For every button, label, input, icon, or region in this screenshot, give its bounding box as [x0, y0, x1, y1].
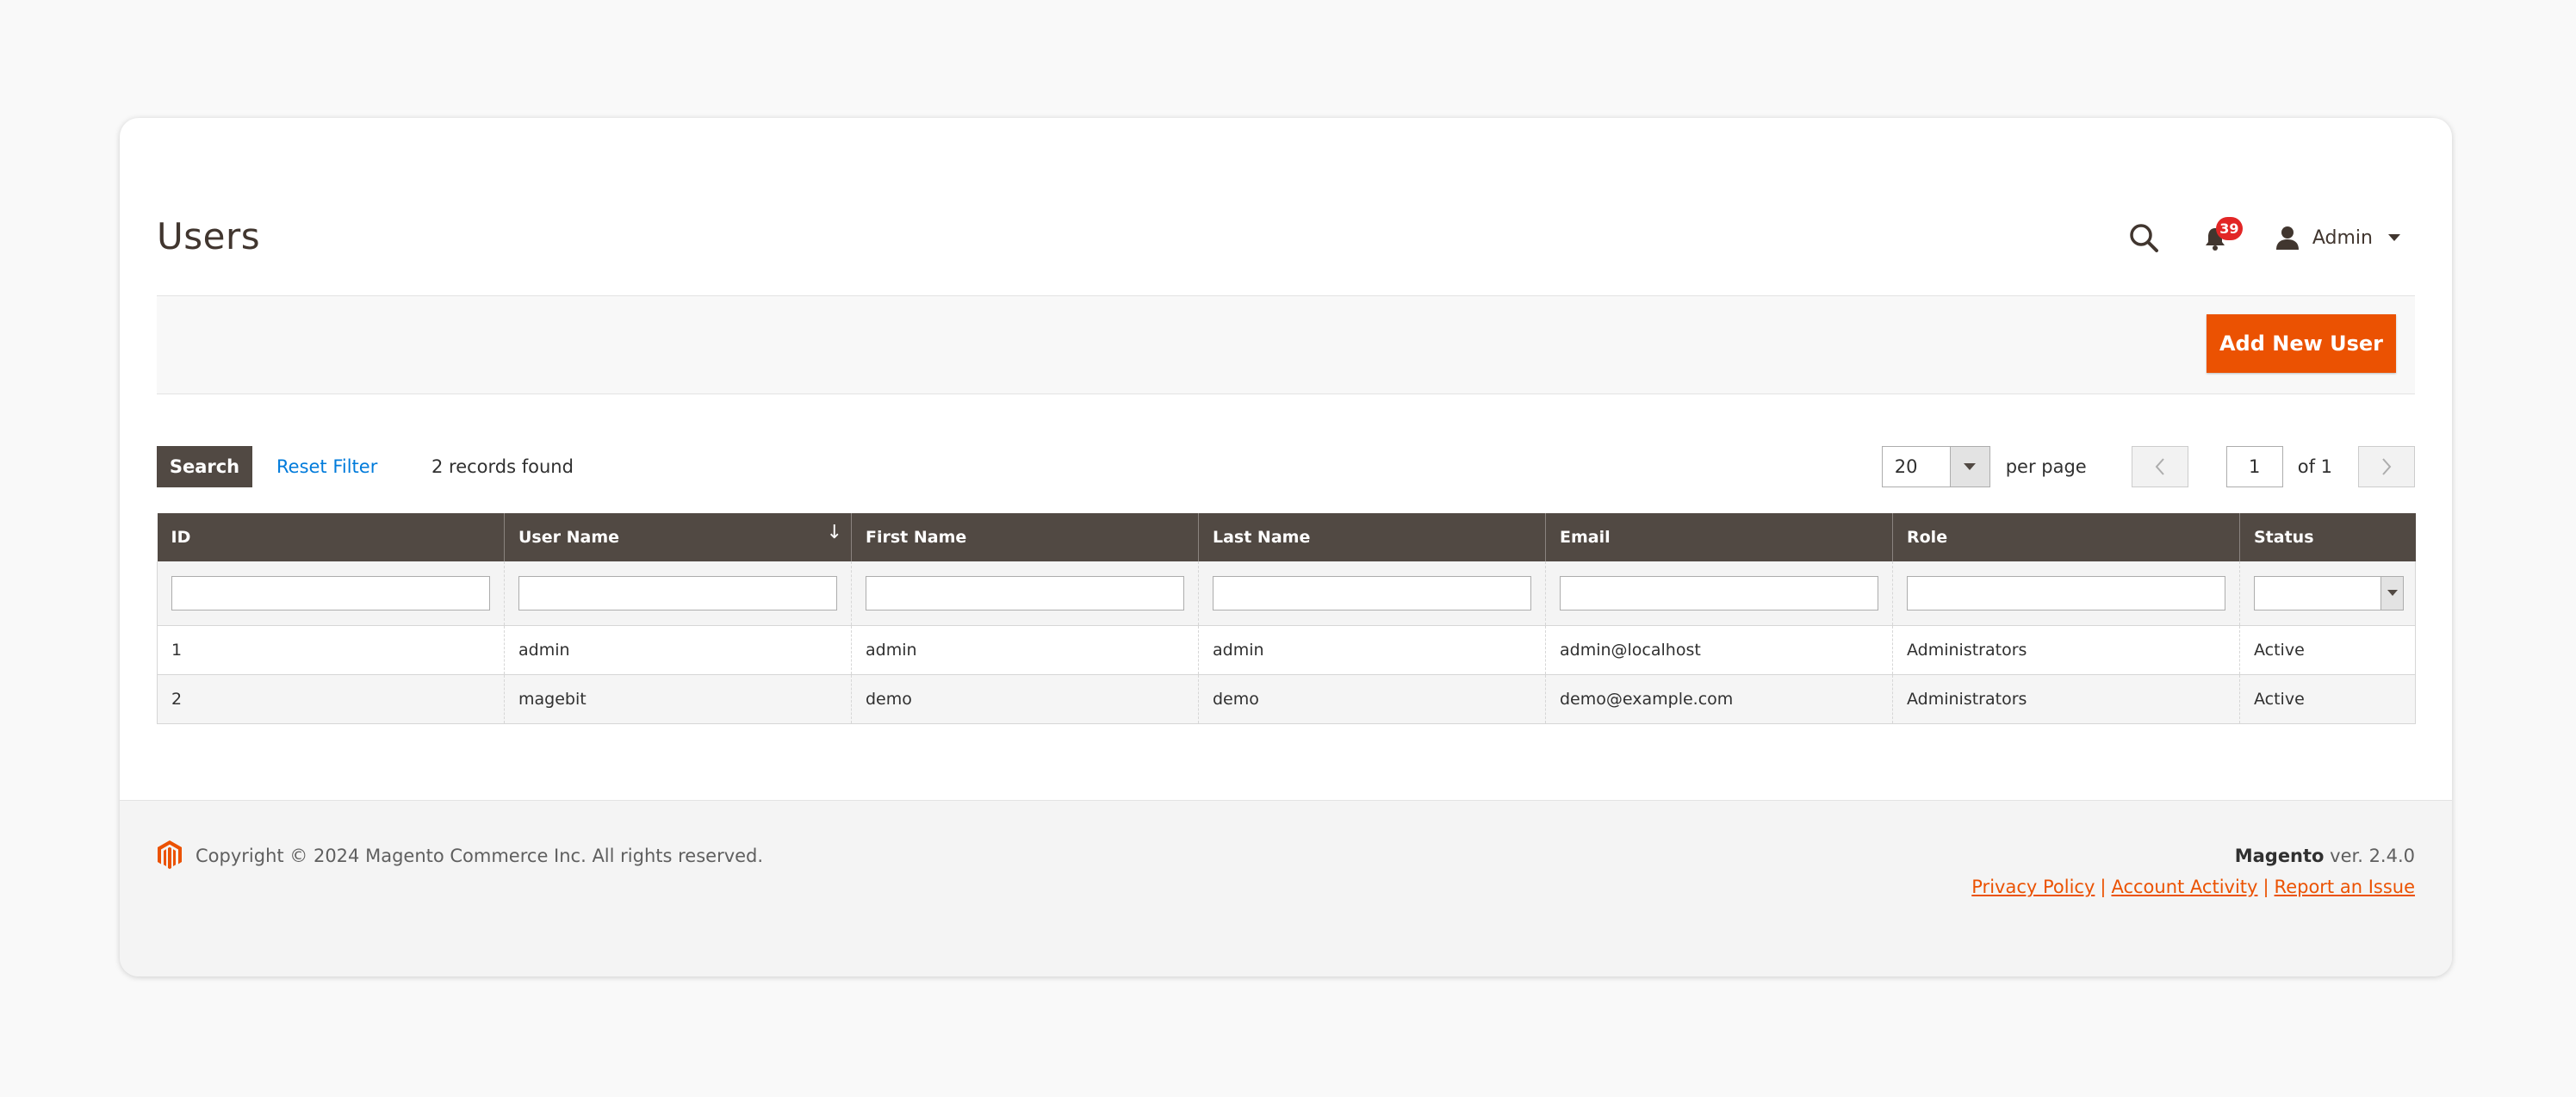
- search-button[interactable]: Search: [157, 446, 252, 487]
- users-page-card: Users 39 Admin Add New User Search Reset…: [120, 118, 2452, 976]
- report-issue-link[interactable]: Report an Issue: [2275, 877, 2415, 897]
- per-page-label: per page: [2005, 456, 2087, 477]
- filter-status-dropdown-toggle[interactable]: [2380, 576, 2403, 610]
- cell-email: admin@localhost: [1545, 625, 1893, 675]
- version-number: ver. 2.4.0: [2324, 846, 2415, 866]
- filter-id-input[interactable]: [171, 575, 490, 610]
- table-row[interactable]: 1 admin admin admin admin@localhost Admi…: [157, 625, 2416, 675]
- pager: 20 per page of 1: [1881, 446, 2415, 487]
- grid-toolbar: Search Reset Filter 2 records found 20 p…: [157, 446, 2415, 491]
- cell-id: 2: [157, 674, 505, 724]
- cell-lastname: demo: [1198, 674, 1546, 724]
- cell-status: Active: [2239, 625, 2416, 675]
- filter-username-input[interactable]: [518, 575, 837, 610]
- filter-cell: [504, 561, 852, 626]
- cell-username: admin: [504, 625, 852, 675]
- previous-page-button[interactable]: [2131, 446, 2188, 487]
- chevron-down-icon: [2388, 234, 2400, 241]
- cell-id: 1: [157, 625, 505, 675]
- filter-status-select[interactable]: [2254, 575, 2404, 610]
- version-info: Magento ver. 2.4.0: [2235, 846, 2415, 866]
- link-separator: |: [2100, 877, 2107, 897]
- notifications-button[interactable]: 39: [2202, 217, 2243, 255]
- filter-cell: [851, 561, 1199, 626]
- cell-firstname: demo: [851, 674, 1199, 724]
- link-separator: |: [2263, 877, 2269, 897]
- copyright-text: Copyright © 2024 Magento Commerce Inc. A…: [196, 846, 764, 866]
- records-found-count: 2 records found: [431, 456, 574, 477]
- filter-cell: [2239, 561, 2416, 626]
- cell-email: demo@example.com: [1545, 674, 1893, 724]
- per-page-dropdown-toggle[interactable]: [1949, 447, 1989, 487]
- filter-status-value: [2255, 577, 2380, 610]
- triangle-down-icon: [1964, 463, 1977, 470]
- column-header-label: User Name: [518, 528, 620, 547]
- column-header-status[interactable]: Status: [2239, 513, 2416, 561]
- cell-username: magebit: [504, 674, 852, 724]
- column-header-firstname[interactable]: First Name: [851, 513, 1199, 561]
- next-page-button[interactable]: [2358, 446, 2415, 487]
- per-page-value: 20: [1894, 456, 1918, 477]
- user-name: Admin: [2312, 226, 2373, 249]
- reset-filter-link[interactable]: Reset Filter: [276, 456, 377, 477]
- column-header-email[interactable]: Email: [1545, 513, 1893, 561]
- user-icon: [2275, 226, 2299, 250]
- filter-email-input[interactable]: [1560, 575, 1878, 610]
- filter-cell: [1892, 561, 2240, 626]
- page-actions-bar: Add New User: [157, 295, 2415, 394]
- filter-firstname-input[interactable]: [866, 575, 1184, 610]
- magento-logo-icon: [158, 840, 182, 870]
- search-icon[interactable]: [2126, 220, 2161, 255]
- page-footer: Copyright © 2024 Magento Commerce Inc. A…: [120, 800, 2452, 976]
- filter-row: [157, 561, 2416, 626]
- grid-header-row: ID User Name ↓ First Name Last Name Emai…: [157, 513, 2416, 561]
- notification-count-badge: 39: [2215, 217, 2243, 240]
- filter-cell: [1198, 561, 1546, 626]
- total-pages-label: of 1: [2297, 456, 2332, 477]
- cell-lastname: admin: [1198, 625, 1546, 675]
- cell-role: Administrators: [1892, 625, 2240, 675]
- add-new-user-button[interactable]: Add New User: [2207, 314, 2396, 373]
- table-row[interactable]: 2 magebit demo demo demo@example.com Adm…: [157, 674, 2416, 724]
- chevron-right-icon: [2382, 458, 2392, 475]
- cell-role: Administrators: [1892, 674, 2240, 724]
- page-title: Users: [157, 215, 261, 257]
- privacy-policy-link[interactable]: Privacy Policy: [1971, 877, 2095, 897]
- users-grid: ID User Name ↓ First Name Last Name Emai…: [157, 513, 2416, 724]
- sort-arrow-down-icon: ↓: [826, 522, 842, 543]
- filter-cell: [1545, 561, 1893, 626]
- account-activity-link[interactable]: Account Activity: [2111, 877, 2257, 897]
- column-header-id[interactable]: ID: [157, 513, 505, 561]
- footer-links: Privacy Policy | Account Activity | Report a…: [1971, 877, 2415, 897]
- column-header-username[interactable]: User Name ↓: [504, 513, 852, 561]
- admin-user-menu[interactable]: Admin: [2275, 225, 2400, 251]
- current-page-input[interactable]: [2225, 446, 2283, 487]
- filter-cell: [157, 561, 505, 626]
- triangle-down-icon: [2387, 590, 2398, 597]
- brand-name: Magento: [2234, 846, 2325, 866]
- column-header-role[interactable]: Role: [1892, 513, 2240, 561]
- cell-firstname: admin: [851, 625, 1199, 675]
- header-actions: 39 Admin: [2126, 217, 2400, 258]
- chevron-left-icon: [2155, 458, 2164, 475]
- column-header-lastname[interactable]: Last Name: [1198, 513, 1546, 561]
- per-page-select[interactable]: 20: [1881, 446, 1990, 487]
- cell-status: Active: [2239, 674, 2416, 724]
- filter-role-input[interactable]: [1907, 575, 2225, 610]
- filter-lastname-input[interactable]: [1213, 575, 1531, 610]
